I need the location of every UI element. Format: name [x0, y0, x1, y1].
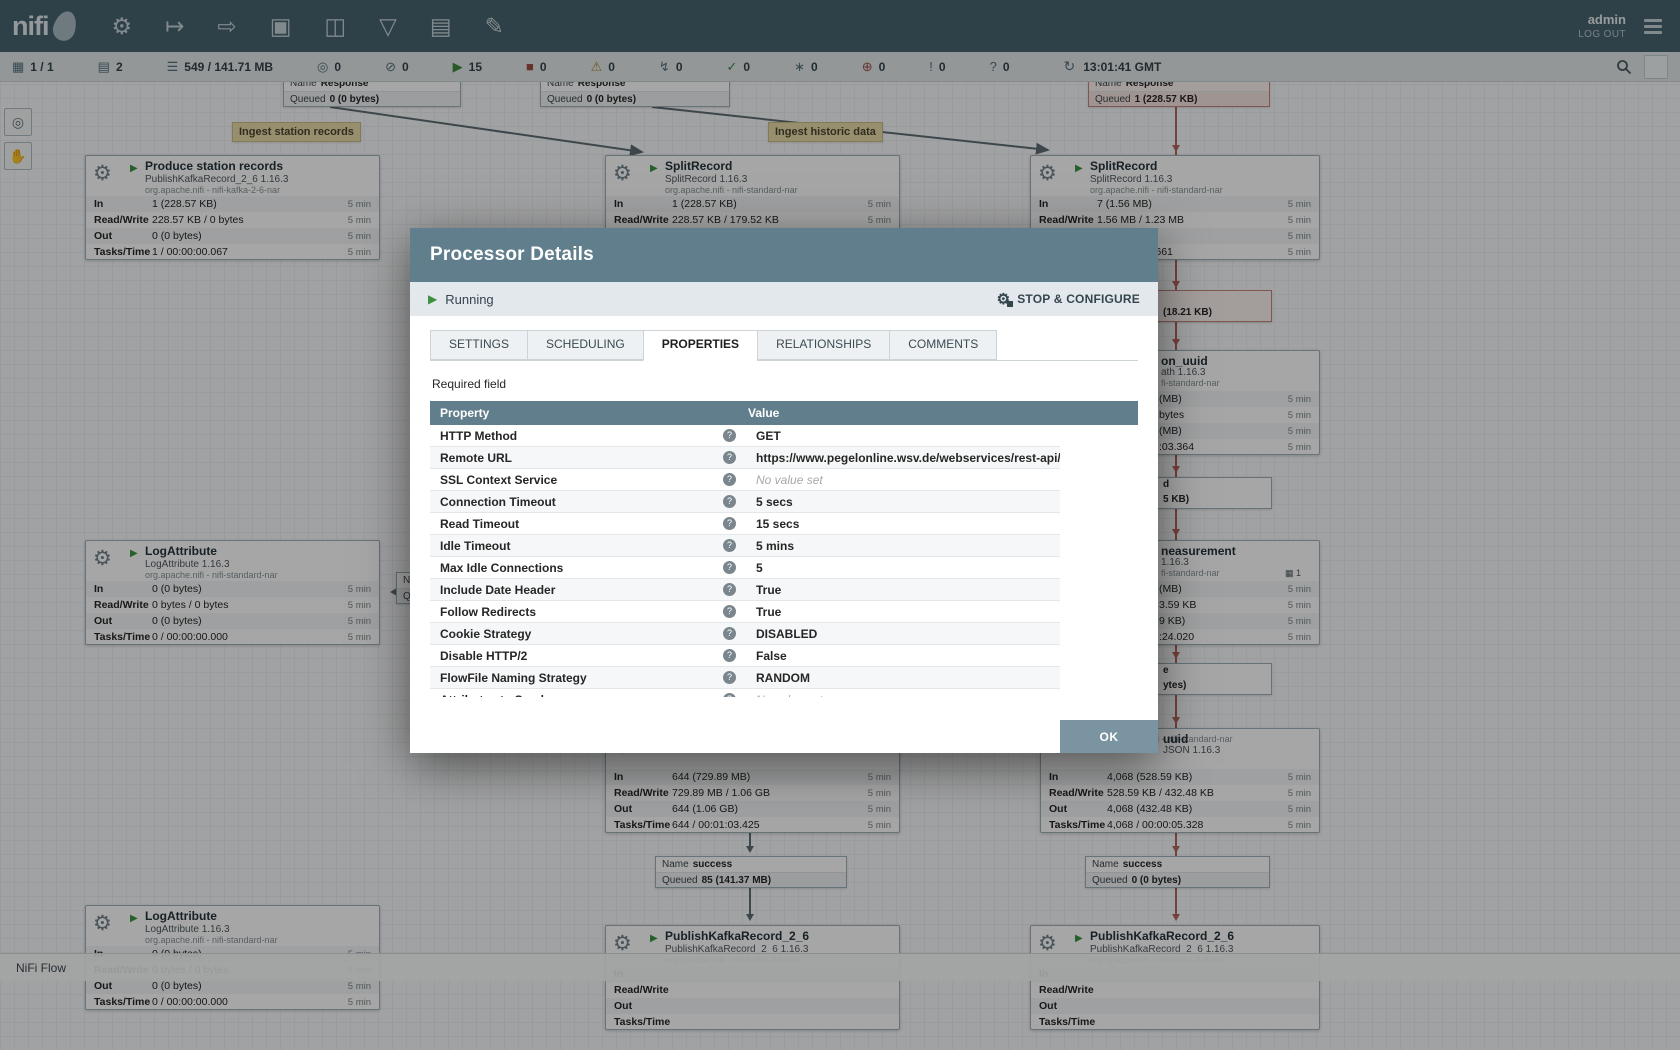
property-cell: FlowFile Naming Strategy? — [430, 671, 748, 685]
property-cell: Attributes to Send? — [430, 693, 748, 698]
help-icon[interactable]: ? — [723, 451, 736, 464]
property-cell: HTTP Method? — [430, 429, 748, 443]
property-row: Follow Redirects?True — [430, 601, 1060, 623]
property-row: Disable HTTP/2?False — [430, 645, 1060, 667]
property-row: Cookie Strategy?DISABLED — [430, 623, 1060, 645]
property-cell: Follow Redirects? — [430, 605, 748, 619]
property-cell: Disable HTTP/2? — [430, 649, 748, 663]
stop-and-configure-button[interactable]: ⚙ STOP & CONFIGURE — [997, 292, 1140, 307]
help-icon[interactable]: ? — [723, 473, 736, 486]
property-name: Attributes to Send — [440, 693, 723, 698]
property-row: Remote URL?https://www.pegelonline.wsv.d… — [430, 447, 1060, 469]
property-name: Include Date Header — [440, 583, 723, 597]
property-value: 15 secs — [748, 517, 799, 531]
properties-table: Property Value HTTP Method?GETRemote URL… — [430, 401, 1138, 697]
property-name: Cookie Strategy — [440, 627, 723, 641]
property-value: False — [748, 649, 787, 663]
property-cell: Remote URL? — [430, 451, 748, 465]
property-cell: SSL Context Service? — [430, 473, 748, 487]
property-name: Remote URL — [440, 451, 723, 465]
property-value: RANDOM — [748, 671, 810, 685]
property-name: Read Timeout — [440, 517, 723, 531]
value-column-header: Value — [748, 401, 779, 425]
property-row: Attributes to Send?No value set — [430, 689, 1060, 697]
property-row: SSL Context Service?No value set — [430, 469, 1060, 491]
property-cell: Read Timeout? — [430, 517, 748, 531]
dialog-title: Processor Details — [410, 228, 1158, 282]
help-icon[interactable]: ? — [723, 429, 736, 442]
help-icon[interactable]: ? — [723, 605, 736, 618]
help-icon[interactable]: ? — [723, 539, 736, 552]
help-icon[interactable]: ? — [723, 583, 736, 596]
property-value: True — [748, 583, 781, 597]
help-icon[interactable]: ? — [723, 561, 736, 574]
tab-scheduling[interactable]: SCHEDULING — [527, 330, 643, 360]
property-name: Disable HTTP/2 — [440, 649, 723, 663]
help-icon[interactable]: ? — [723, 517, 736, 530]
property-row: Include Date Header?True — [430, 579, 1060, 601]
property-value: True — [748, 605, 781, 619]
help-icon[interactable]: ? — [723, 495, 736, 508]
help-icon[interactable]: ? — [723, 649, 736, 662]
property-cell: Connection Timeout? — [430, 495, 748, 509]
run-status-text: Running — [445, 292, 493, 307]
property-column-header: Property — [430, 401, 748, 425]
tab-comments[interactable]: COMMENTS — [889, 330, 997, 360]
ok-button[interactable]: OK — [1060, 720, 1158, 753]
properties-table-header: Property Value — [430, 401, 1138, 425]
tab-properties[interactable]: PROPERTIES — [643, 330, 757, 361]
required-field-note: Required field — [432, 377, 1136, 391]
property-name: FlowFile Naming Strategy — [440, 671, 723, 685]
nifi-app: Ingest station recordsIngest historic da… — [0, 0, 1680, 1050]
property-row: Max Idle Connections?5 — [430, 557, 1060, 579]
property-cell: Max Idle Connections? — [430, 561, 748, 575]
help-icon[interactable]: ? — [723, 693, 736, 697]
property-cell: Idle Timeout? — [430, 539, 748, 553]
property-row: Idle Timeout?5 mins — [430, 535, 1060, 557]
stop-configure-icon: ⚙ — [997, 292, 1011, 307]
property-value: No value set — [748, 693, 823, 698]
running-status-icon: ▶ — [428, 292, 437, 306]
property-name: Follow Redirects — [440, 605, 723, 619]
processor-details-dialog: Processor Details ▶ Running ⚙ STOP & CON… — [410, 228, 1158, 753]
help-icon[interactable]: ? — [723, 671, 736, 684]
property-value: 5 — [748, 561, 763, 575]
dialog-tabs: SETTINGSSCHEDULINGPROPERTIESRELATIONSHIP… — [430, 330, 1138, 361]
property-name: Idle Timeout — [440, 539, 723, 553]
property-value: 5 secs — [748, 495, 793, 509]
tab-settings[interactable]: SETTINGS — [430, 330, 527, 360]
property-name: Connection Timeout — [440, 495, 723, 509]
property-row: FlowFile Naming Strategy?RANDOM — [430, 667, 1060, 689]
property-name: Max Idle Connections — [440, 561, 723, 575]
property-value: DISABLED — [748, 627, 817, 641]
property-value: https://www.pegelonline.wsv.de/webservic… — [748, 451, 1060, 465]
tab-relationships[interactable]: RELATIONSHIPS — [757, 330, 889, 360]
property-row: Read Timeout?15 secs — [430, 513, 1060, 535]
property-name: SSL Context Service — [440, 473, 723, 487]
property-row: Connection Timeout?5 secs — [430, 491, 1060, 513]
stop-configure-label: STOP & CONFIGURE — [1017, 292, 1140, 306]
property-value: No value set — [748, 473, 823, 487]
help-icon[interactable]: ? — [723, 627, 736, 640]
property-cell: Include Date Header? — [430, 583, 748, 597]
property-value: GET — [748, 429, 781, 443]
property-name: HTTP Method — [440, 429, 723, 443]
property-row: HTTP Method?GET — [430, 425, 1060, 447]
property-value: 5 mins — [748, 539, 794, 553]
property-cell: Cookie Strategy? — [430, 627, 748, 641]
dialog-status-bar: ▶ Running ⚙ STOP & CONFIGURE — [410, 282, 1158, 316]
